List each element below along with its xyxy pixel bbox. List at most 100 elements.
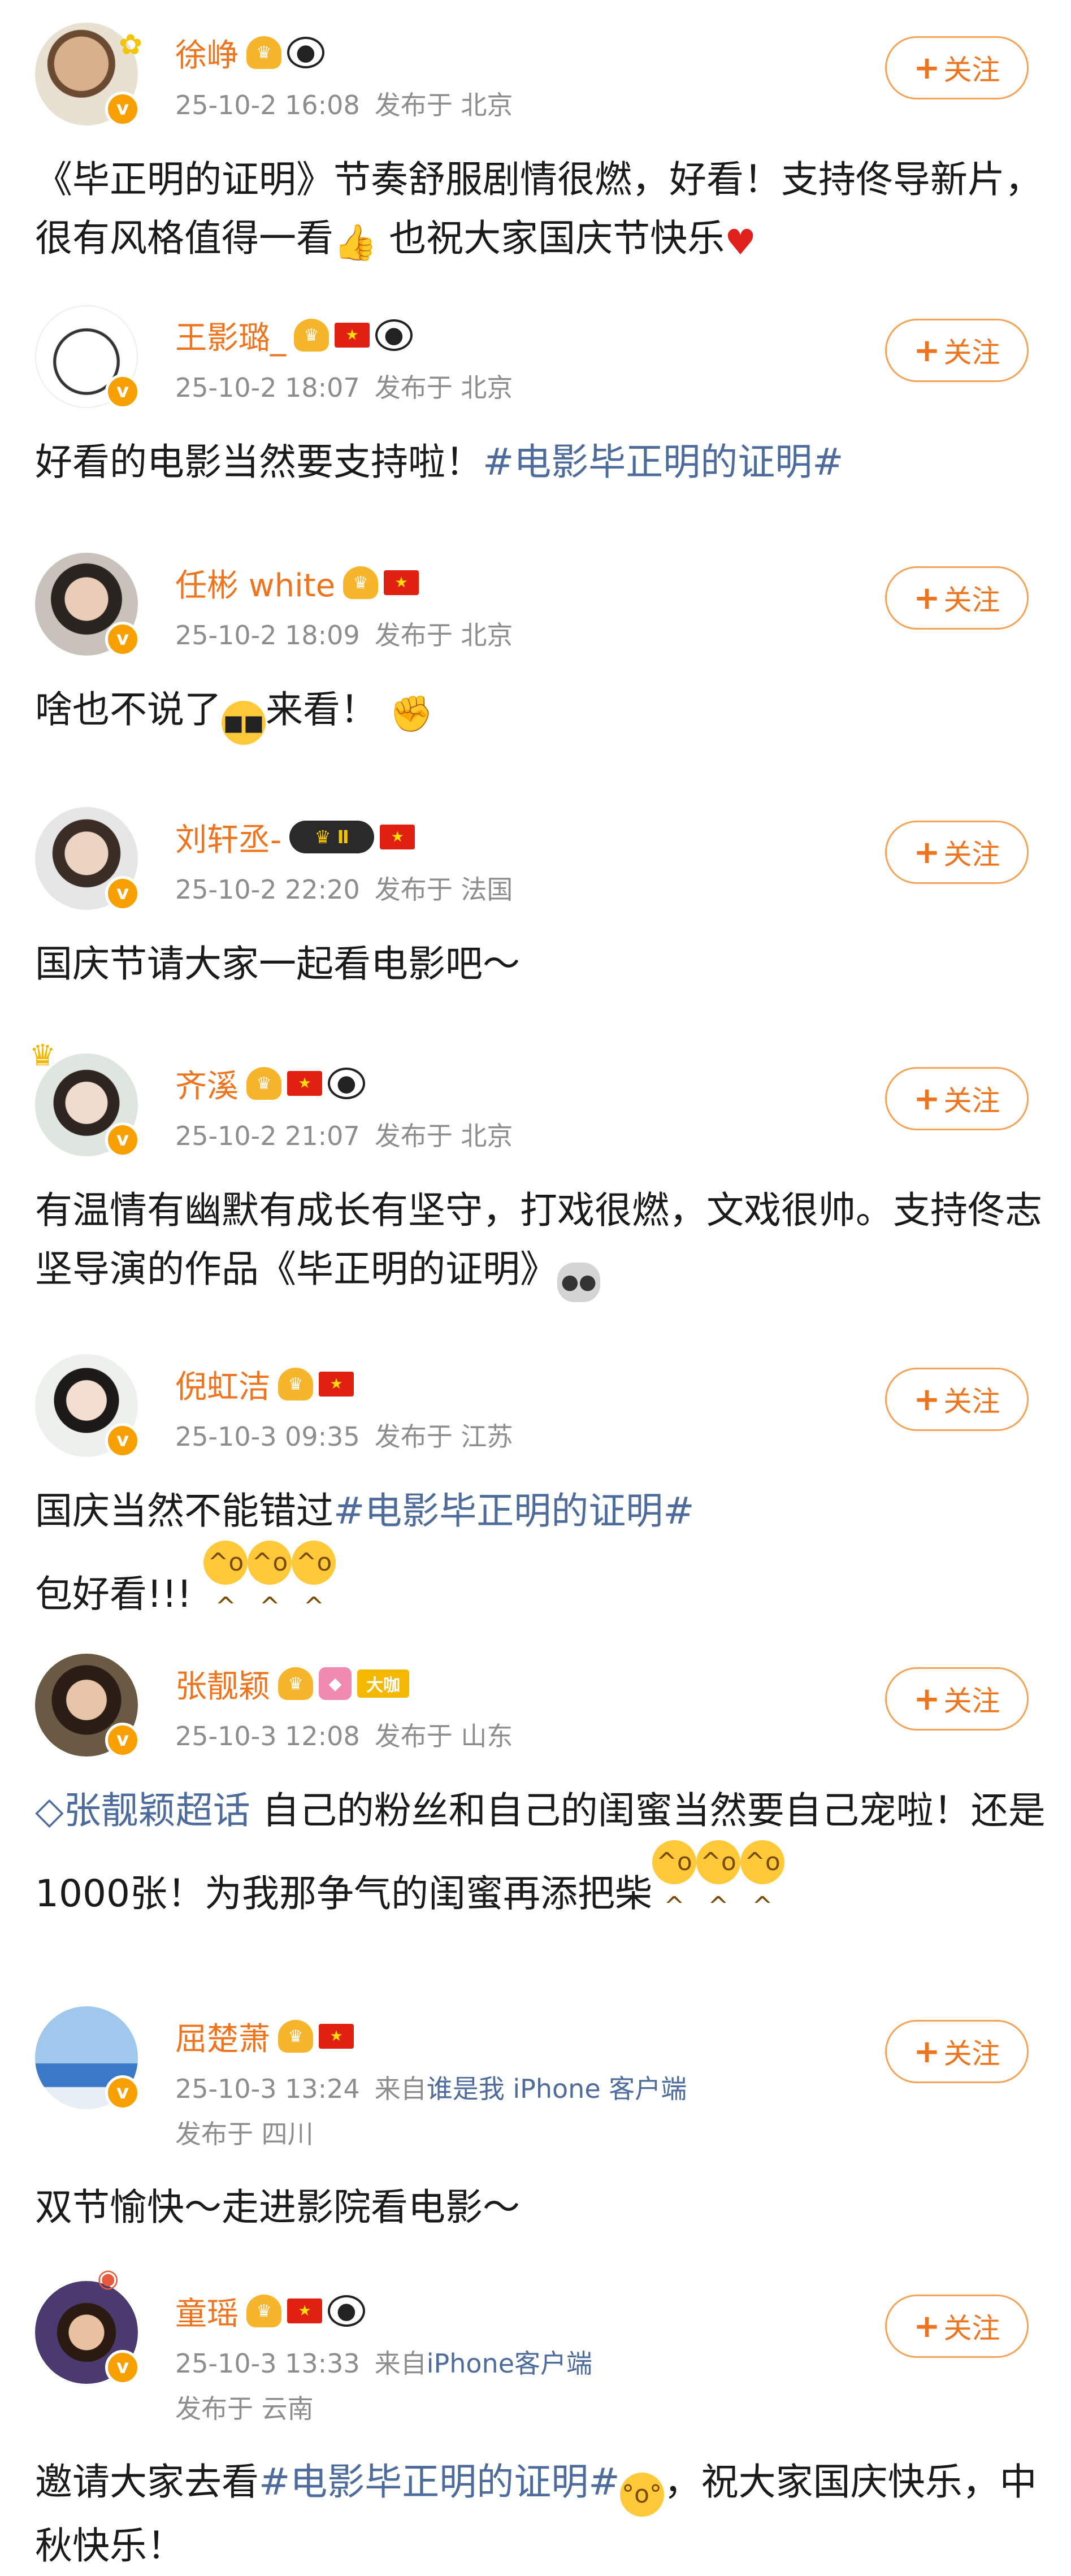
avatar[interactable]: v: [35, 553, 140, 657]
post-date: 25-10-2 21:07: [175, 1121, 360, 1151]
topic-link[interactable]: #电影毕正明的证明#: [259, 2460, 620, 2504]
avatar[interactable]: v: [35, 2006, 140, 2110]
avatar[interactable]: ✿ v: [35, 23, 142, 127]
user-row: 齐溪 ♛ ★ ●: [175, 1061, 371, 1107]
cheering-face-icon: ^o^: [292, 1541, 336, 1621]
avatar[interactable]: v: [35, 807, 140, 911]
user-name[interactable]: 徐峥: [175, 30, 239, 76]
follow-button[interactable]: + 关注: [885, 2295, 1029, 2358]
post-text: 双节愉快～走进影院看电影～: [35, 2178, 1047, 2237]
post-meta: 25-10-2 21:07 发布于 北京: [175, 1116, 513, 1153]
verified-icon: v: [105, 2350, 140, 2385]
china-flag-icon: ★: [380, 825, 415, 849]
verified-icon: v: [105, 92, 140, 127]
supertopic-link[interactable]: ◇张靓颖超话: [35, 1789, 250, 1832]
crown-badge-icon: ♛: [246, 2295, 281, 2327]
crown-badge-icon: ♛: [294, 319, 329, 352]
user-name[interactable]: 屈楚萧: [175, 2014, 270, 2059]
user-row: 王影璐_ ♛ ★ ●: [175, 313, 418, 358]
verified-icon: v: [105, 2075, 140, 2110]
post-location: 发布于 江苏: [374, 1421, 513, 1452]
plus-icon: +: [913, 1680, 940, 1718]
flower-icon: ✿: [119, 28, 142, 61]
follow-button[interactable]: + 关注: [885, 36, 1029, 99]
china-flag-icon: ★: [384, 570, 419, 595]
avatar[interactable]: v: [35, 1354, 140, 1458]
follow-button[interactable]: + 关注: [885, 2020, 1029, 2083]
panda-badge-icon: ●: [328, 2295, 365, 2327]
cheering-face-icon: ^o^: [248, 1541, 292, 1621]
crown-badge-icon: ♛: [278, 1667, 313, 1700]
china-flag-icon: ★: [319, 1372, 354, 1397]
user-row: 任彬 white ♛ ★: [175, 562, 424, 604]
post-text-segment: 邀请大家去看: [35, 2460, 259, 2504]
follow-button[interactable]: + 关注: [885, 821, 1029, 884]
crown-badge-icon: ♛: [246, 36, 281, 69]
user-name[interactable]: 童瑶: [175, 2288, 239, 2334]
supertopic-label: 张靓颖超话: [63, 1789, 250, 1832]
plus-icon: +: [913, 1080, 940, 1117]
crown-badge-icon: ♛: [343, 566, 379, 599]
cheering-face-icon: ^o^: [203, 1541, 248, 1621]
post-text: 国庆当然不能错过#电影毕正明的证明# 包好看!!! ^o^^o^^o^: [35, 1482, 1047, 1624]
follow-label: 关注: [943, 2037, 1000, 2070]
sunglasses-face-icon: ■■: [222, 701, 266, 745]
follow-button[interactable]: + 关注: [885, 1667, 1029, 1731]
post-date: 25-10-2 18:07: [175, 372, 360, 403]
post-meta: 25-10-3 09:35 发布于 江苏: [175, 1416, 513, 1454]
post-text-segment: 有温情有幽默有成长有坚守，打戏很燃，文戏很帅。支持佟志坚导演的作品《毕正明的证明…: [35, 1189, 1042, 1291]
post-text: 邀请大家去看#电影毕正明的证明#°o°，祝大家国庆快乐，中秋快乐！: [35, 2453, 1047, 2575]
post-date: 25-10-2 22:20: [175, 874, 360, 905]
topic-link[interactable]: #电影毕正明的证明#: [483, 440, 844, 484]
client-link[interactable]: iPhone客户端: [427, 2348, 592, 2379]
post-text: 啥也不说了■■来看！ ✊: [35, 680, 1047, 745]
china-flag-icon: ★: [287, 1071, 322, 1096]
panda-badge-icon: ●: [287, 37, 324, 68]
post-text-segment: 啥也不说了: [35, 688, 222, 731]
avatar[interactable]: ♛ v: [29, 1039, 140, 1157]
plus-icon: +: [913, 2033, 940, 2070]
follow-button[interactable]: + 关注: [885, 1368, 1029, 1431]
follow-button[interactable]: + 关注: [885, 319, 1029, 382]
post-location: 发布于 云南: [175, 2393, 314, 2424]
diamond-level-badge-icon: ◆: [319, 1667, 352, 1700]
user-name[interactable]: 张靓颖: [175, 1661, 270, 1707]
user-name[interactable]: 王影璐_: [175, 313, 286, 358]
plus-icon: +: [913, 834, 940, 871]
china-flag-icon: ★: [287, 2299, 322, 2323]
follow-label: 关注: [943, 2312, 1000, 2345]
post-text-segment: 双节愉快～走进影院看电影～: [35, 2185, 520, 2229]
raised-fist-icon: ✊: [389, 693, 433, 734]
avatar[interactable]: v: [35, 1654, 140, 1758]
topic-link[interactable]: #电影毕正明的证明#: [333, 1489, 695, 1533]
supertopic-icon: ◇: [35, 1789, 64, 1832]
crown-badge-icon: ♛: [278, 2020, 313, 2053]
avatar[interactable]: v: [35, 305, 140, 409]
post-location: 发布于 四川: [175, 2119, 314, 2149]
post-text: 好看的电影当然要支持啦！#电影毕正明的证明#: [35, 433, 1047, 492]
panda-badge-icon: ●: [375, 319, 413, 351]
user-row: 张靓颖 ♛ ◆ 大咖: [175, 1663, 415, 1705]
user-row: 徐峥 ♛ ●: [175, 30, 330, 76]
verified-icon: v: [105, 1423, 140, 1458]
verified-icon: v: [105, 876, 140, 911]
user-row: 刘轩丞- ♛ Ⅱ ★: [175, 816, 420, 858]
user-name[interactable]: 齐溪: [175, 1061, 239, 1107]
post-meta: 25-10-3 12:08 发布于 山东: [175, 1716, 513, 1753]
post-location: 发布于 北京: [374, 372, 513, 403]
post-location: 发布于 法国: [374, 874, 513, 905]
user-name[interactable]: 刘轩丞-: [175, 814, 281, 860]
user-name[interactable]: 倪虹洁: [175, 1361, 270, 1407]
follow-button[interactable]: + 关注: [885, 1067, 1029, 1130]
surprised-face-icon: °o°: [619, 2473, 664, 2517]
client-link[interactable]: 谁是我 iPhone 客户端: [427, 2074, 687, 2104]
plus-icon: +: [913, 332, 940, 369]
user-row: 倪虹洁 ♛ ★: [175, 1361, 359, 1407]
king-level-badge-icon: ♛ Ⅱ: [289, 821, 375, 853]
china-flag-icon: ★: [335, 323, 370, 348]
avatar[interactable]: ◉ v: [35, 2264, 140, 2385]
post-meta: 25-10-2 18:09 发布于 北京: [175, 615, 513, 652]
user-name[interactable]: 任彬 white: [175, 560, 335, 606]
post-meta: 25-10-2 18:07 发布于 北京: [175, 367, 513, 405]
follow-button[interactable]: + 关注: [885, 566, 1029, 630]
